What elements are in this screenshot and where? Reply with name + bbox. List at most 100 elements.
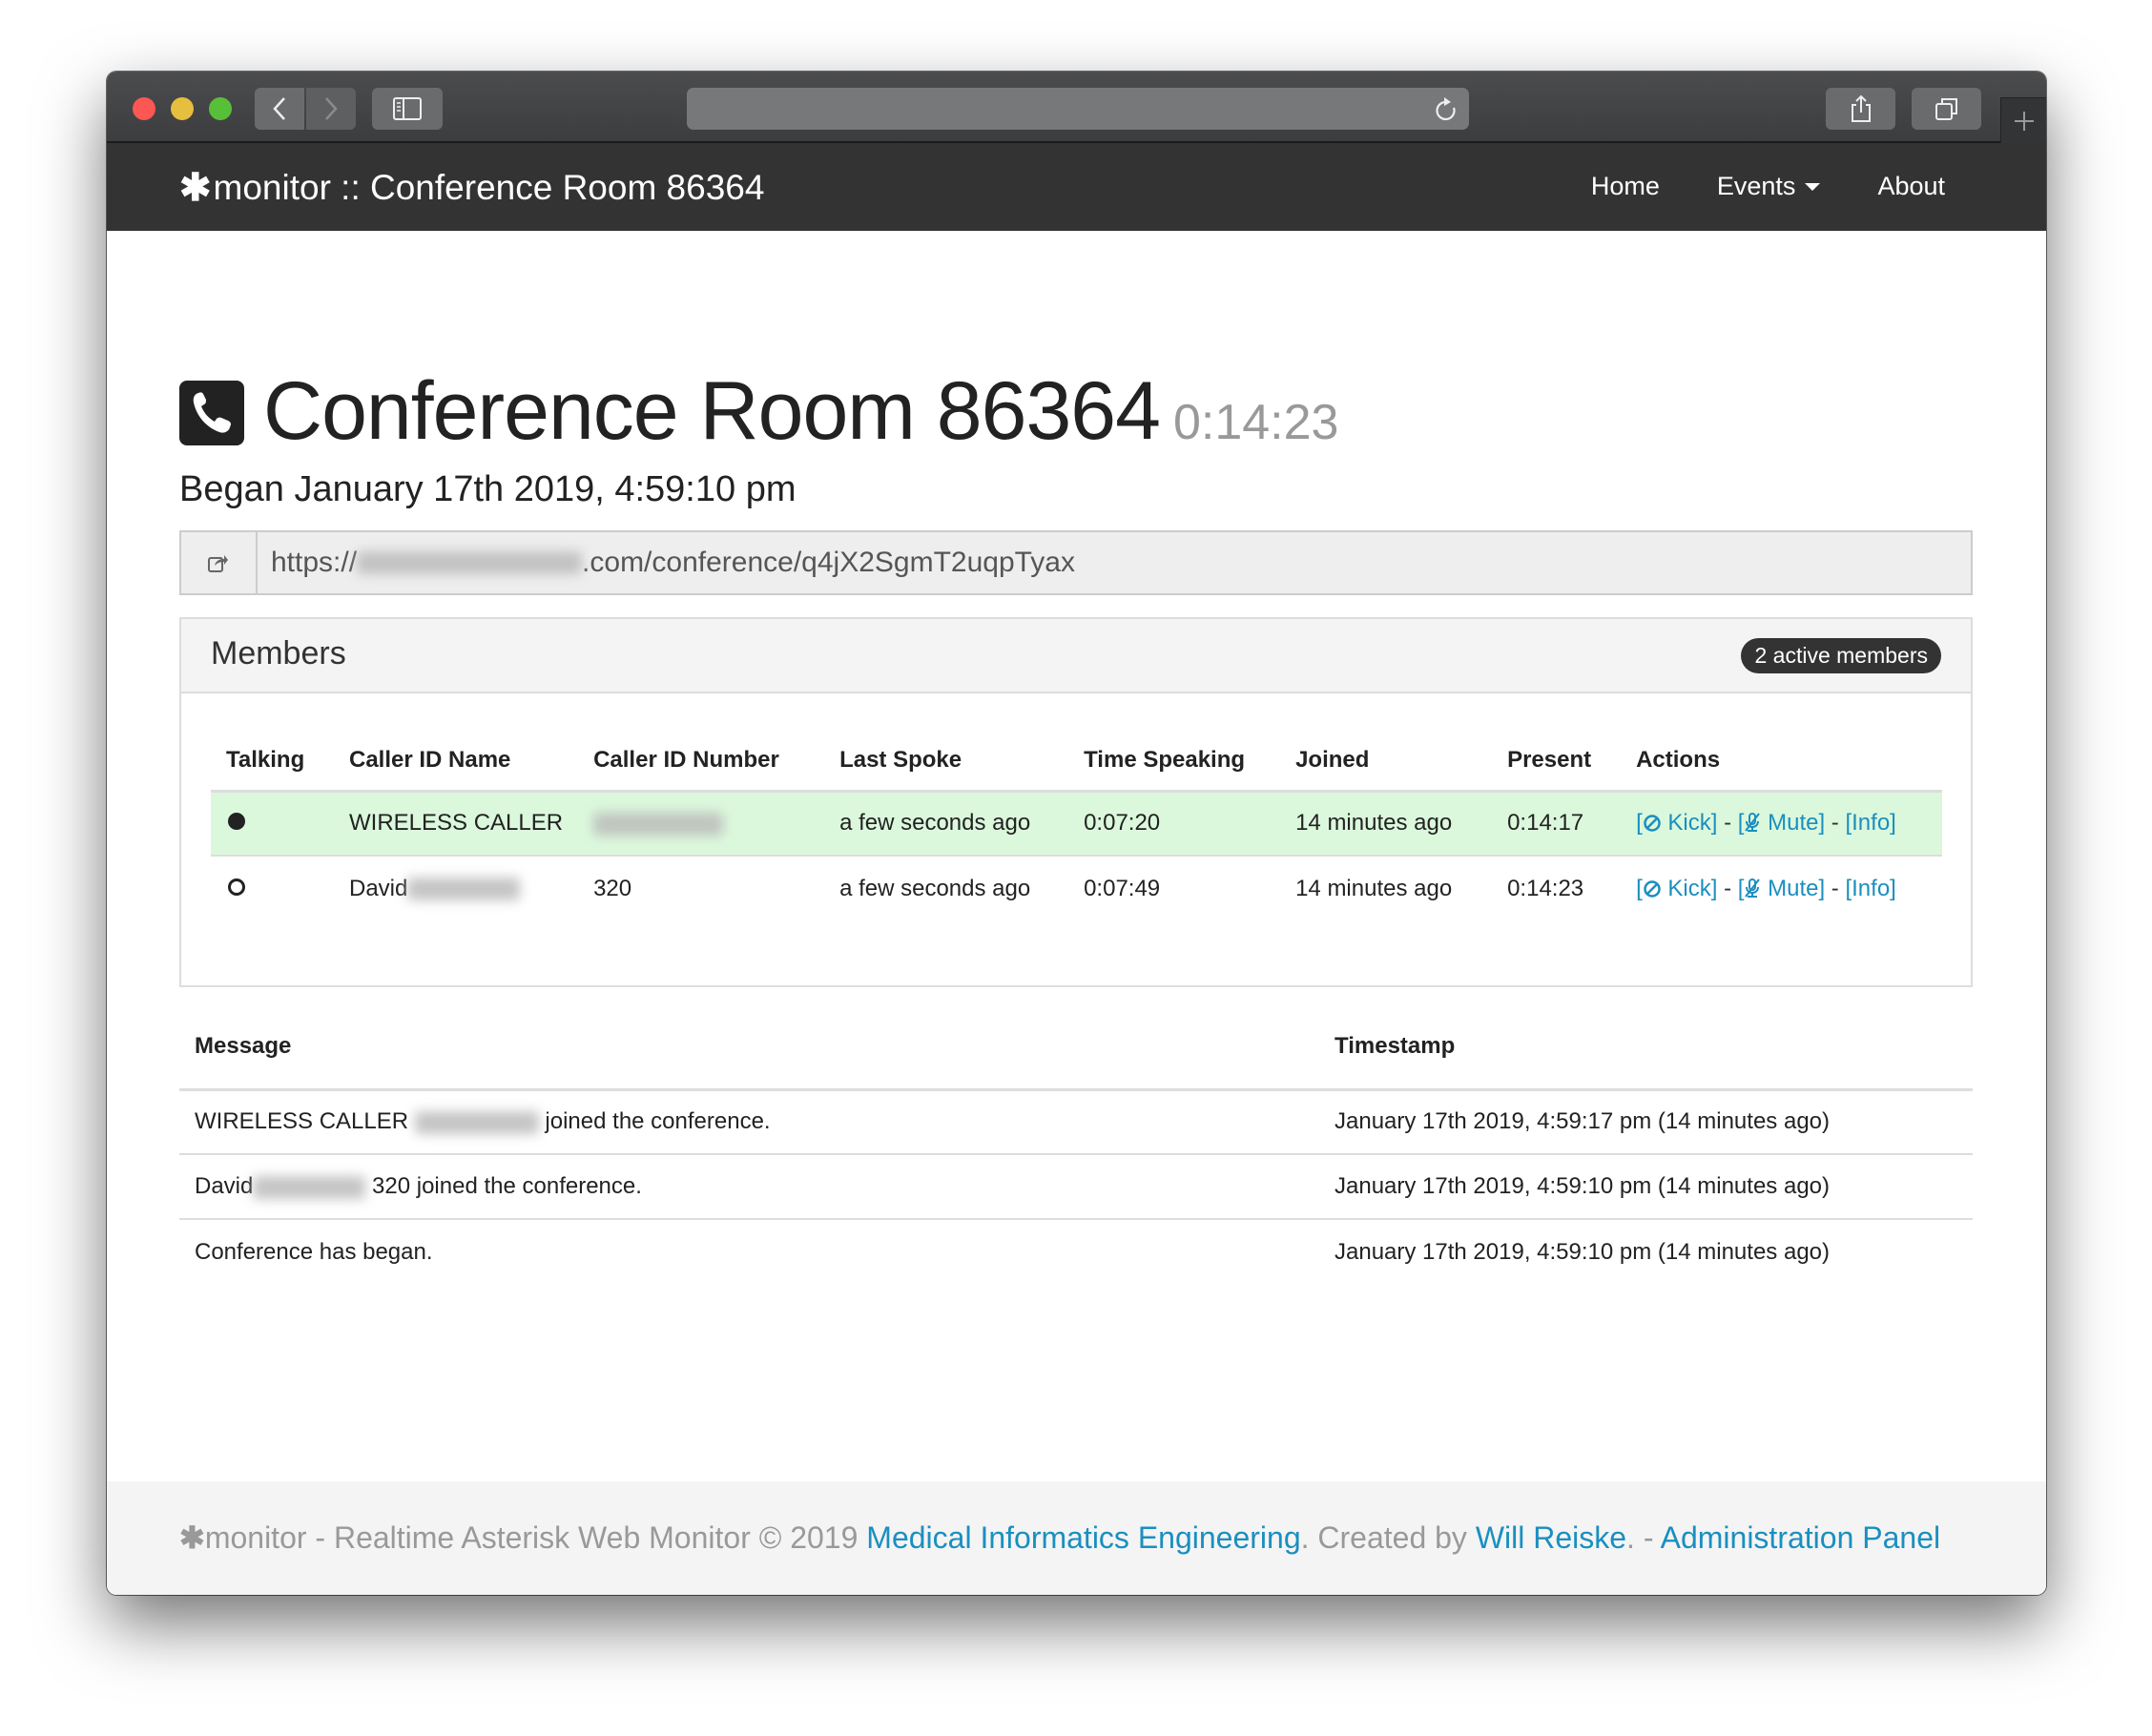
forward-button[interactable] — [306, 88, 356, 130]
share-url-field[interactable]: https:// .com/conference/q4jX2SgmT2uqpTya… — [179, 530, 1973, 595]
footer-copyright: monitor - Realtime Asterisk Web Monitor … — [204, 1520, 867, 1555]
url-suffix: .com/conference/q4jX2SgmT2uqpTyax — [582, 547, 1075, 578]
kick-link[interactable]: [ Kick] — [1636, 810, 1717, 836]
brand-link[interactable]: ✱ monitor :: Conference Room 86364 — [179, 166, 764, 210]
separator: - — [1825, 875, 1846, 901]
actions-cell: [ Kick] - [ Mute] - [Info] — [1621, 791, 1942, 857]
caller-first-name: David — [349, 875, 408, 901]
redacted-surname — [407, 878, 521, 901]
present: 0:14:23 — [1507, 875, 1584, 901]
members-table-header: Talking Caller ID Name Caller ID Number … — [211, 732, 1942, 793]
talking-cell — [211, 856, 334, 920]
col-joined: Joined — [1280, 732, 1493, 793]
nav-home-link[interactable]: Home — [1591, 172, 1660, 201]
info-link[interactable]: [Info] — [1845, 876, 1895, 901]
mute-link[interactable]: [ Mute] — [1738, 876, 1825, 901]
col-caller-id-number: Caller ID Number — [578, 732, 825, 793]
separator: - — [1825, 810, 1846, 837]
share-icon — [208, 555, 228, 572]
event-message-text: joined the conference. — [545, 1108, 771, 1135]
address-bar[interactable] — [687, 88, 1469, 130]
event-row: Conference has began. January 17th 2019,… — [179, 1219, 1973, 1284]
redacted-number — [414, 1110, 539, 1134]
zoom-window-button[interactable] — [209, 97, 232, 120]
kick-link[interactable]: [ Kick] — [1636, 876, 1717, 901]
time-speaking: 0:07:49 — [1084, 875, 1161, 901]
active-members-badge: 2 active members — [1741, 638, 1941, 673]
caller-id-number: 320 — [593, 875, 632, 901]
share-button[interactable] — [1826, 88, 1895, 130]
col-time-speaking: Time Speaking — [1068, 732, 1281, 793]
nav-events-dropdown[interactable]: Events — [1717, 172, 1821, 201]
footer-text: ✱monitor - Realtime Asterisk Web Monitor… — [179, 1519, 1940, 1556]
minimize-window-button[interactable] — [171, 97, 194, 120]
footer-created-by: . Created by — [1300, 1520, 1476, 1555]
caller-id-name: David — [334, 856, 578, 920]
time-speaking: 0:07:20 — [1068, 791, 1281, 857]
events-table-header: Message Timestamp — [179, 1005, 1973, 1091]
event-message: Conference has began. — [195, 1238, 433, 1265]
info-link[interactable]: [Info] — [1845, 810, 1895, 836]
event-row: David 320 joined the conference. January… — [179, 1154, 1973, 1220]
members-panel-header: Members 2 active members — [181, 619, 1971, 693]
joined: 14 minutes ago — [1280, 791, 1493, 857]
member-row: WIRELESS CALLER a few seconds ago 0:07:2… — [211, 791, 1942, 857]
col-actions: Actions — [1621, 732, 1942, 793]
col-message: Message — [179, 1005, 1319, 1091]
share-url-addon[interactable] — [181, 532, 258, 593]
mute-label: Mute — [1768, 810, 1819, 837]
close-window-button[interactable] — [133, 97, 155, 120]
caret-down-icon — [1805, 182, 1821, 191]
col-timestamp: Timestamp — [1319, 1005, 1973, 1091]
site-footer: ✱monitor - Realtime Asterisk Web Monitor… — [107, 1481, 2046, 1595]
talking-cell — [211, 791, 334, 857]
author-link[interactable]: Will Reiske — [1476, 1520, 1626, 1555]
microphone-slash-icon — [1745, 878, 1761, 898]
col-present: Present — [1492, 732, 1622, 793]
event-message: David 320 joined the conference. — [179, 1154, 1319, 1220]
ban-icon — [1644, 815, 1661, 832]
conference-title: Conference Room 86364 — [263, 365, 1161, 457]
elapsed-time: 0:14:23 — [1172, 395, 1339, 450]
event-message-text: WIRELESS CALLER — [195, 1108, 409, 1135]
separator: - — [1717, 875, 1738, 901]
phone-icon — [179, 381, 244, 445]
kick-label: Kick — [1667, 810, 1711, 837]
nav-about-link[interactable]: About — [1877, 172, 1945, 201]
last-spoke: a few seconds ago — [824, 791, 1069, 857]
ban-icon — [1644, 879, 1661, 898]
not-talking-indicator-icon — [228, 878, 245, 896]
redacted-number — [593, 812, 724, 836]
asterisk-logo-icon: ✱ — [179, 1520, 205, 1555]
mute-label: Mute — [1768, 875, 1819, 901]
redacted-surname — [253, 1175, 366, 1199]
chevron-left-icon — [273, 97, 285, 120]
sidebar-icon — [393, 97, 422, 120]
last-spoke: a few seconds ago — [839, 875, 1031, 901]
nav-events-label: Events — [1716, 172, 1796, 200]
event-timestamp: January 17th 2019, 4:59:10 pm (14 minute… — [1335, 1238, 1830, 1265]
members-table: Talking Caller ID Name Caller ID Number … — [211, 732, 1942, 920]
event-timestamp: January 17th 2019, 4:59:10 pm (14 minute… — [1319, 1154, 1973, 1220]
reload-icon[interactable] — [1435, 96, 1458, 128]
new-tab-button[interactable] — [2000, 97, 2046, 143]
share-url-value[interactable]: https:// .com/conference/q4jX2SgmT2uqpTya… — [258, 532, 1971, 593]
joined: 14 minutes ago — [1295, 875, 1453, 901]
browser-toolbar — [107, 72, 2046, 143]
mute-link[interactable]: [ Mute] — [1738, 810, 1825, 836]
caller-id-name: WIRELESS CALLER — [334, 791, 579, 857]
event-row: WIRELESS CALLER joined the conference. J… — [179, 1089, 1973, 1155]
members-panel-title: Members — [211, 635, 346, 672]
tabs-icon — [1935, 98, 1957, 120]
tabs-overview-button[interactable] — [1912, 88, 1981, 130]
back-button[interactable] — [255, 88, 304, 130]
member-row: David 320 a few seconds ago 0:07:49 14 m… — [211, 856, 1942, 920]
separator: - — [1717, 810, 1738, 837]
event-message: WIRELESS CALLER joined the conference. — [179, 1089, 1319, 1155]
caller-id-number — [578, 791, 825, 857]
site-navbar: ✱ monitor :: Conference Room 86364 Home … — [107, 143, 2046, 231]
mie-link[interactable]: Medical Informatics Engineering — [866, 1520, 1300, 1555]
admin-panel-link[interactable]: Administration Panel — [1661, 1520, 1940, 1555]
sidebar-toggle-button[interactable] — [372, 88, 443, 130]
col-talking: Talking — [211, 732, 334, 793]
